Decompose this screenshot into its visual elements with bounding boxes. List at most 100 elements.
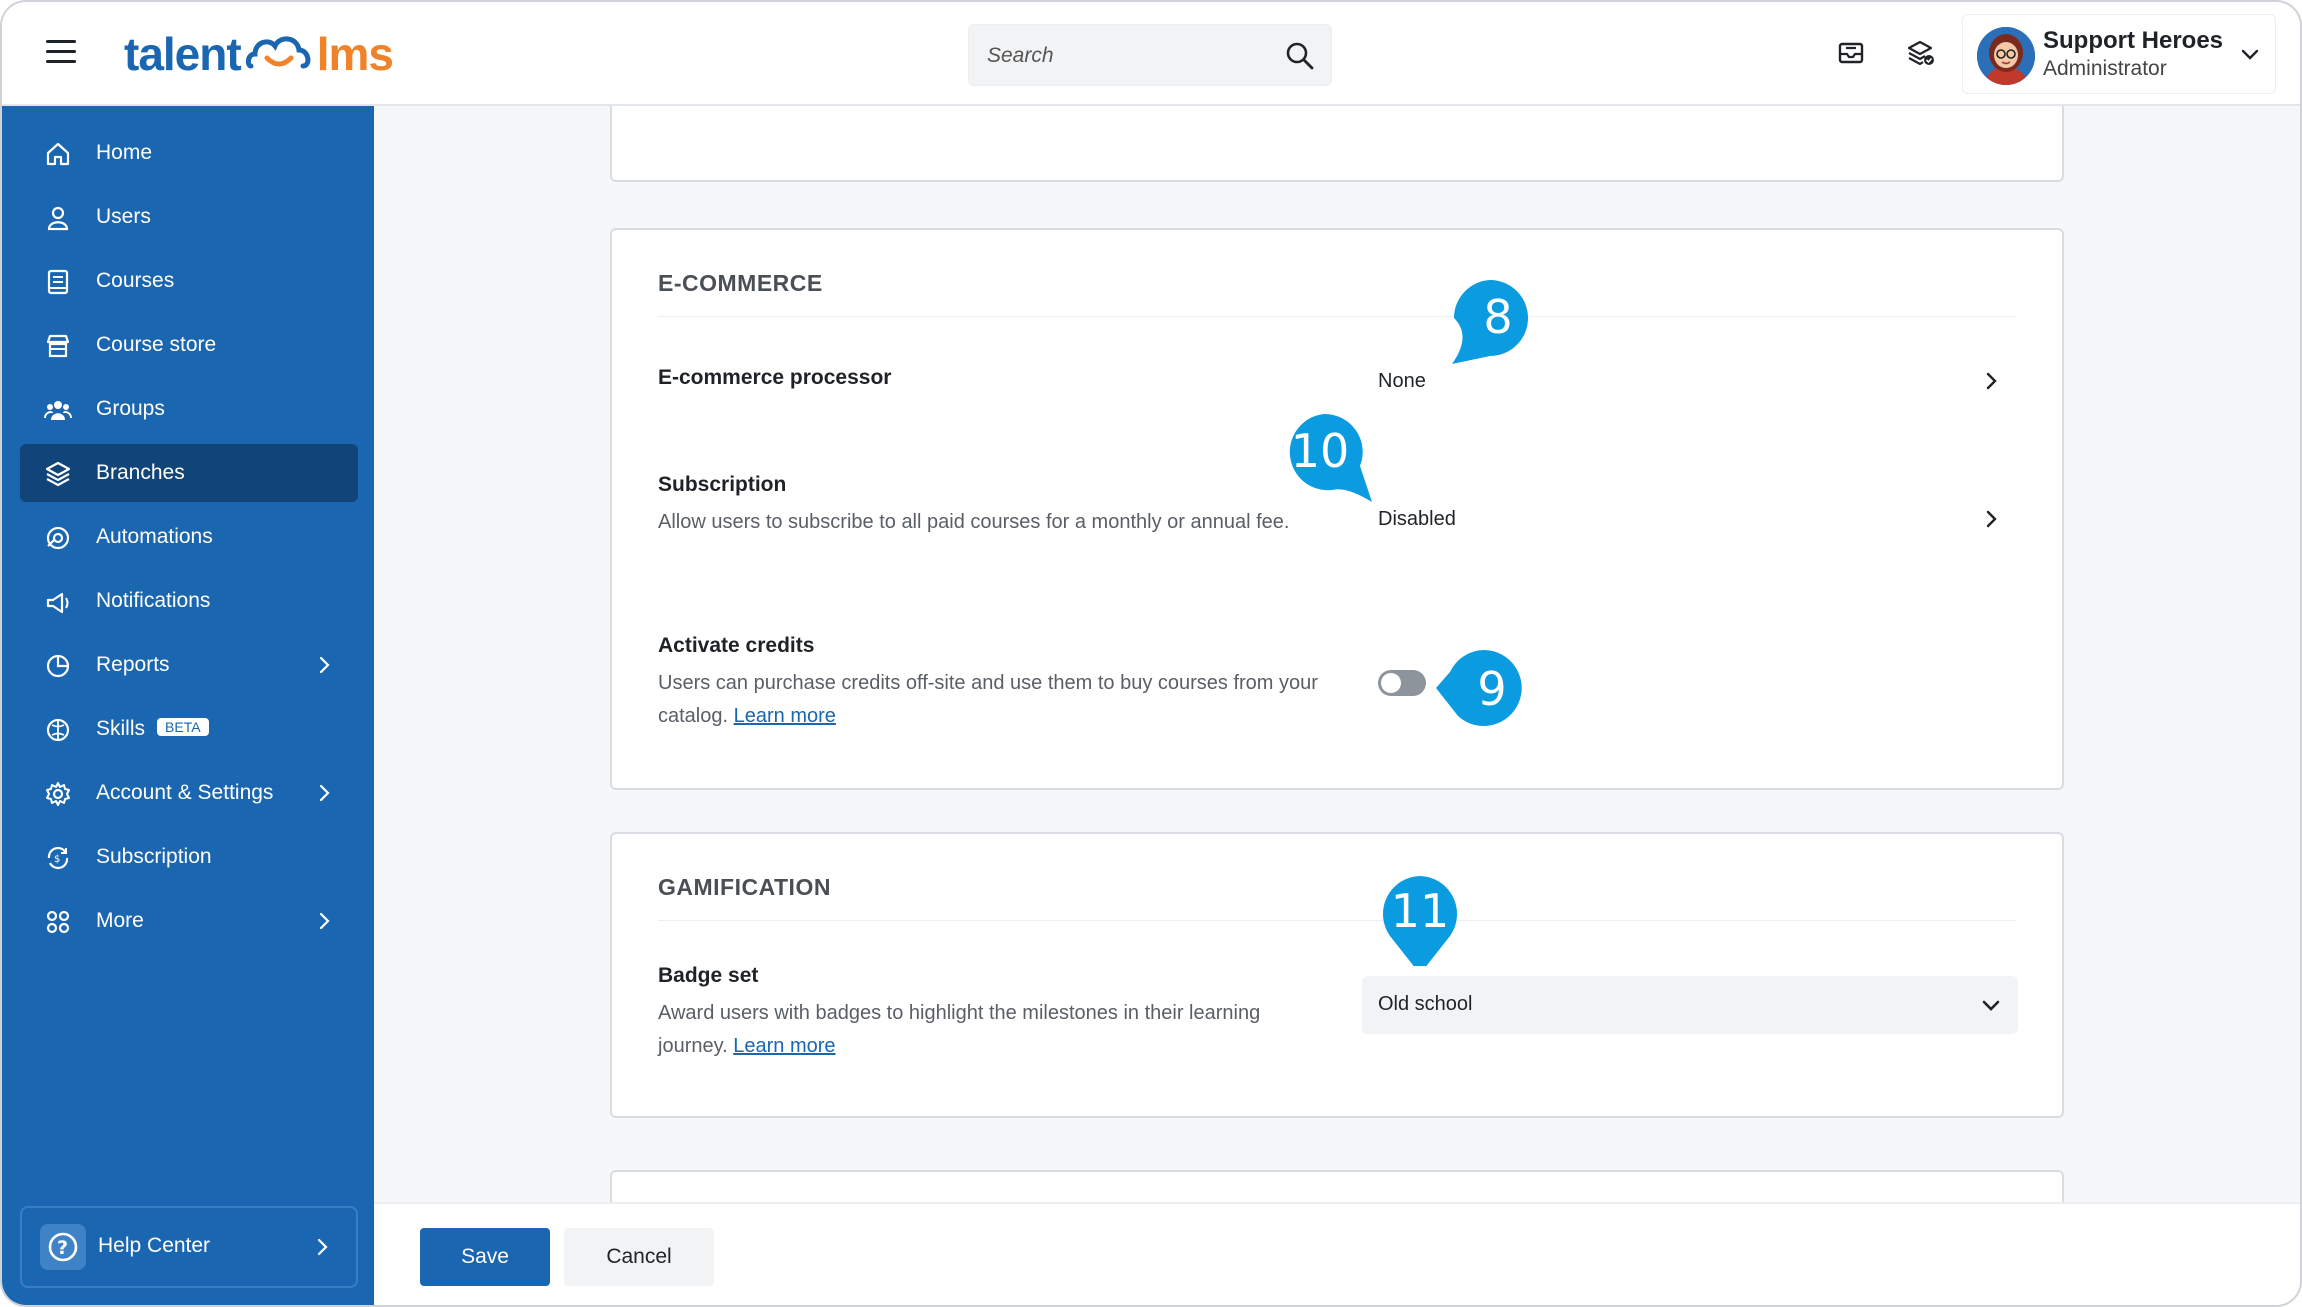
chevron-right-icon xyxy=(319,784,330,802)
automation-icon xyxy=(46,526,70,550)
badge-set-select[interactable]: Old school xyxy=(1362,976,2018,1034)
callout-9-marker: 9 xyxy=(1436,642,1532,738)
activate-credits-toggle[interactable] xyxy=(1378,670,1426,696)
store-icon xyxy=(46,334,70,358)
sidebar-item-label: Course store xyxy=(96,333,217,356)
groups-icon xyxy=(44,401,72,420)
sidebar-item-courses[interactable]: Courses xyxy=(20,252,358,310)
sidebar-item-label: Account & Settings xyxy=(96,781,274,804)
layers-icon xyxy=(45,461,71,487)
pie-chart-icon xyxy=(46,654,70,678)
activate-credits-description: Users can purchase credits off-site and … xyxy=(658,667,1318,733)
megaphone-icon xyxy=(46,592,69,614)
sidebar-item-label: Groups xyxy=(96,397,165,420)
user-menu[interactable]: Support Heroes Administrator xyxy=(1962,14,2276,94)
gear-icon xyxy=(46,782,70,806)
save-button[interactable]: Save xyxy=(420,1228,550,1286)
app-window: talent lms Search Support Heroes Adminis… xyxy=(0,0,2302,1307)
book-icon xyxy=(47,269,69,295)
chevron-down-icon[interactable] xyxy=(2239,43,2261,65)
brain-icon xyxy=(46,718,70,742)
sidebar-item-skills[interactable]: Skills BETA xyxy=(20,700,358,758)
sidebar-item-label: Courses xyxy=(96,269,175,292)
refresh-dollar-icon: $ xyxy=(47,846,69,870)
section-title-gamification: GAMIFICATION xyxy=(658,874,831,900)
callout-8-number: 8 xyxy=(1483,290,1513,344)
subscription-label: Subscription xyxy=(658,473,787,496)
sidebar-item-label: Branches xyxy=(96,461,185,484)
chevron-right-icon xyxy=(317,1238,328,1256)
toggle-knob xyxy=(1381,673,1401,693)
svg-text:?: ? xyxy=(57,1237,68,1259)
sidebar-item-users[interactable]: Users xyxy=(20,188,358,246)
user-icon xyxy=(47,206,69,231)
ecommerce-processor-label: E-commerce processor xyxy=(658,366,892,389)
divider xyxy=(658,316,2016,317)
callout-8-marker: 8 xyxy=(1442,272,1538,368)
sidebar-item-label: More xyxy=(96,909,144,932)
sidebar: Home Users Courses Course store Groups B… xyxy=(2,106,374,1305)
divider xyxy=(658,920,2016,921)
chevron-right-icon[interactable] xyxy=(1980,508,2002,530)
talentlms-logo[interactable]: talent lms xyxy=(124,24,394,84)
sidebar-item-course-store[interactable]: Course store xyxy=(20,316,358,374)
callout-11-marker: 11 xyxy=(1372,870,1468,966)
callout-11-number: 11 xyxy=(1390,884,1450,938)
credits-learn-more-link[interactable]: Learn more xyxy=(734,705,836,727)
form-footer: Save Cancel xyxy=(374,1202,2300,1305)
callout-10-marker: 10 xyxy=(1276,406,1372,502)
ecommerce-processor-value[interactable]: None xyxy=(1378,370,1426,393)
cancel-button[interactable]: Cancel xyxy=(564,1228,714,1286)
sidebar-item-label: Notifications xyxy=(96,589,211,612)
chevron-down-icon xyxy=(1982,1000,2000,1011)
chevron-right-icon xyxy=(319,912,330,930)
search-input[interactable]: Search xyxy=(968,24,1332,86)
switch-role-icon[interactable] xyxy=(1905,38,1935,68)
help-icon: ? xyxy=(40,1224,86,1270)
callout-9-number: 9 xyxy=(1477,662,1507,716)
subscription-value[interactable]: Disabled xyxy=(1378,508,1456,531)
chevron-right-icon xyxy=(319,656,330,674)
subscription-description: Allow users to subscribe to all paid cou… xyxy=(658,511,1290,533)
previous-section-panel xyxy=(610,106,2064,182)
section-title-ecommerce: E-COMMERCE xyxy=(658,270,823,296)
sidebar-item-groups[interactable]: Groups xyxy=(20,380,358,438)
sidebar-item-more[interactable]: More xyxy=(20,892,358,950)
logo-cloud-icon xyxy=(245,36,311,69)
search-placeholder: Search xyxy=(987,44,1054,67)
home-icon xyxy=(46,142,70,166)
badge-set-value: Old school xyxy=(1378,993,1473,1015)
user-name: Support Heroes xyxy=(2043,27,2224,54)
activate-credits-label: Activate credits xyxy=(658,634,815,657)
search-icon[interactable] xyxy=(1285,41,1315,71)
sidebar-item-subscription[interactable]: $ Subscription xyxy=(20,828,358,886)
grid-icon xyxy=(46,910,70,934)
sidebar-item-label: Users xyxy=(96,205,151,228)
skills-label: Skills xyxy=(96,717,146,740)
logo-text-lms: lms xyxy=(316,28,394,80)
badge-learn-more-link[interactable]: Learn more xyxy=(733,1035,835,1057)
sidebar-item-branches[interactable]: Branches xyxy=(20,444,358,502)
sidebar-item-label: Subscription xyxy=(96,845,212,868)
avatar xyxy=(1977,27,2035,85)
messages-icon[interactable] xyxy=(1836,38,1866,68)
sidebar-item-label: Automations xyxy=(96,525,213,548)
next-section-panel xyxy=(610,1170,2064,1202)
hamburger-menu-icon[interactable] xyxy=(46,40,76,66)
sidebar-item-reports[interactable]: Reports xyxy=(20,636,358,694)
top-bar: talent lms Search Support Heroes Adminis… xyxy=(2,2,2300,106)
beta-badge: BETA xyxy=(157,718,209,737)
sidebar-item-home[interactable]: Home xyxy=(20,124,358,182)
badge-set-description: Award users with badges to highlight the… xyxy=(658,997,1318,1063)
chevron-right-icon[interactable] xyxy=(1980,370,2002,392)
sidebar-item-label: Home xyxy=(96,141,153,164)
ecommerce-panel: E-COMMERCE E-commerce processor None Sub… xyxy=(610,228,2064,790)
sidebar-item-automations[interactable]: Automations xyxy=(20,508,358,566)
main-content: E-COMMERCE E-commerce processor None Sub… xyxy=(374,106,2300,1202)
help-center-button[interactable]: ? Help Center xyxy=(20,1206,358,1288)
badge-set-label: Badge set xyxy=(658,964,759,987)
svg-text:$: $ xyxy=(54,854,60,865)
user-role: Administrator xyxy=(2043,57,2167,80)
sidebar-item-notifications[interactable]: Notifications xyxy=(20,572,358,630)
sidebar-item-account-settings[interactable]: Account & Settings xyxy=(20,764,358,822)
